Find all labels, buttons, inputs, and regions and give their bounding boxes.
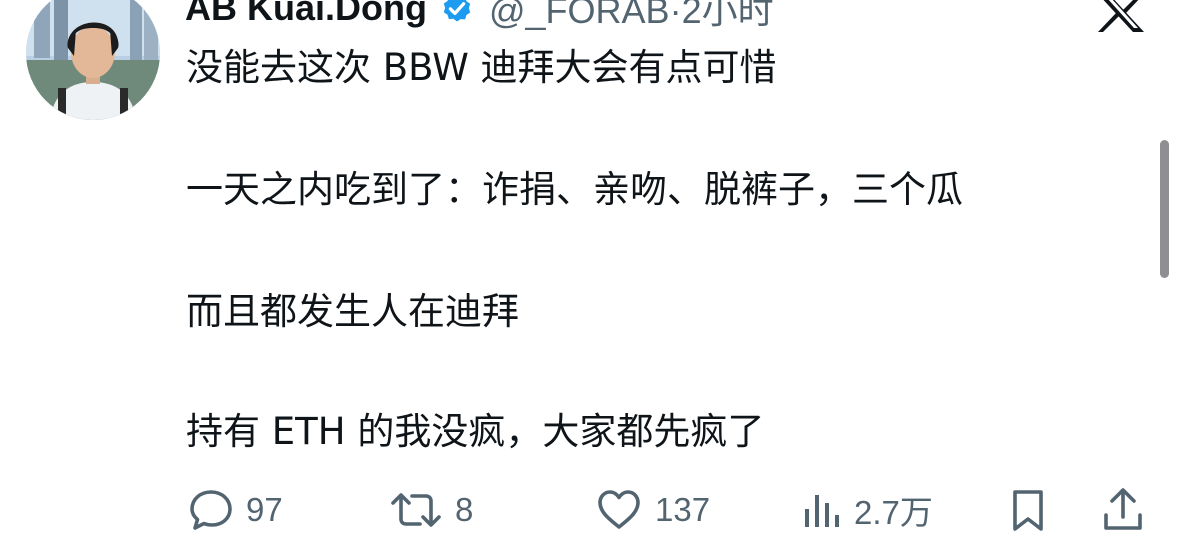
reply-icon [188, 487, 234, 533]
share-button[interactable] [1101, 482, 1145, 538]
x-logo-icon[interactable] [1095, 0, 1147, 32]
reply-count: 97 [246, 491, 283, 528]
avatar-photo [26, 0, 160, 120]
like-icon [595, 487, 643, 533]
verified-badge-icon [439, 0, 475, 26]
author-handle: @_FORAB [488, 0, 670, 31]
tweet-line-3: 而且都发生人在迪拜 [186, 290, 519, 333]
tweet-line-4: 持有 ETH 的我没疯，大家都先疯了 [186, 410, 765, 453]
time-separator: · [669, 0, 682, 31]
bookmark-icon [1008, 487, 1048, 533]
views-count: 2.7万 [854, 494, 933, 531]
author-display-name[interactable]: AB Kuai.Dong [185, 0, 427, 29]
scrollbar[interactable] [1160, 140, 1169, 278]
tweet-line-1: 没能去这次 BBW 迪拜大会有点可惜 [186, 46, 777, 89]
author-handle-time[interactable]: @_FORAB·2小时 [489, 0, 774, 34]
views-icon [802, 487, 842, 533]
repost-icon [389, 487, 443, 533]
like-count: 137 [655, 491, 711, 528]
like-button[interactable]: 137 [595, 482, 710, 538]
action-bar: 97 8 137 2.7万 [0, 482, 1178, 538]
bookmark-button[interactable] [1008, 482, 1048, 538]
avatar[interactable] [26, 0, 160, 120]
repost-count: 8 [455, 491, 474, 528]
repost-button[interactable]: 8 [389, 482, 473, 538]
tweet-time: 2小时 [681, 0, 774, 31]
tweet-header: AB Kuai.Dong @_FORAB·2小时 [185, 0, 774, 31]
tweet-line-2: 一天之内吃到了：诈捐、亲吻、脱裤子，三个瓜 [186, 168, 963, 211]
views-button[interactable]: 2.7万 [802, 482, 933, 538]
share-icon [1101, 487, 1145, 533]
reply-button[interactable]: 97 [188, 482, 283, 538]
